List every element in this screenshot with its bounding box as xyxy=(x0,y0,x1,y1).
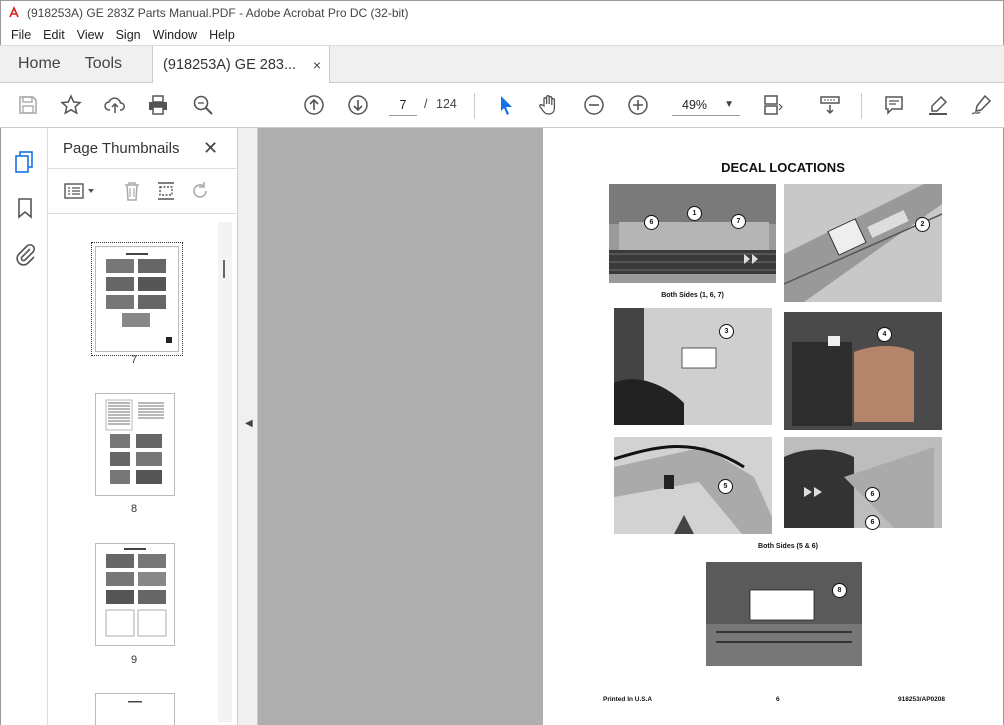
zoom-value: 49% xyxy=(682,98,708,112)
page-up-icon[interactable] xyxy=(302,93,326,117)
photo-track-front xyxy=(784,437,942,528)
title-bar: (918253A) GE 283Z Parts Manual.PDF - Ado… xyxy=(0,0,1004,24)
tab-document-label: (918253A) GE 283... xyxy=(163,57,297,73)
chevron-down-icon: ▼ xyxy=(724,99,734,110)
zoom-dropdown[interactable]: 49% ▼ xyxy=(672,94,740,116)
tab-bar: Home Tools (918253A) GE 283... × xyxy=(0,45,1004,84)
main-toolbar xyxy=(0,83,1004,128)
thumbnail-page-10[interactable] xyxy=(95,693,175,725)
page-total: 124 xyxy=(436,97,457,111)
tab-close-icon[interactable]: × xyxy=(313,57,321,73)
rotate-icon[interactable] xyxy=(188,179,212,203)
toolbar-divider xyxy=(861,93,862,119)
close-icon[interactable]: ✕ xyxy=(203,138,218,159)
photo-seat xyxy=(784,312,942,430)
menu-bar: File Edit View Sign Window Help xyxy=(0,24,1004,45)
sign-icon[interactable] xyxy=(969,93,993,117)
footer-printed: Printed In U.S.A xyxy=(603,696,653,703)
thumbnail-preview xyxy=(105,548,167,637)
toolbar-divider xyxy=(474,93,475,119)
callout-1: 1 xyxy=(687,206,702,221)
thumbnail-label: 8 xyxy=(130,503,138,515)
page-thumbnails-icon[interactable] xyxy=(13,150,37,174)
save-icon[interactable] xyxy=(16,93,40,117)
scrollbar-handle[interactable] xyxy=(223,260,225,278)
footer-doc-number: 918253/AP0208 xyxy=(898,696,945,703)
options-menu-icon[interactable] xyxy=(62,179,98,203)
page-number-input[interactable]: 7 xyxy=(389,94,417,116)
comment-icon[interactable] xyxy=(882,93,906,117)
callout-3: 3 xyxy=(719,324,734,339)
pdf-page: DECAL LOCATIONS 6 1 7 Both Sides (1, 6, … xyxy=(543,128,1003,725)
menu-sign[interactable]: Sign xyxy=(110,28,147,42)
hand-icon[interactable] xyxy=(537,93,561,117)
menu-window[interactable]: Window xyxy=(147,28,203,42)
thumbnail-preview xyxy=(128,701,142,703)
thumbnail-preview xyxy=(106,253,172,343)
photo-boom xyxy=(614,437,772,534)
callout-6: 6 xyxy=(644,215,659,230)
tab-document[interactable]: (918253A) GE 283... × xyxy=(152,46,331,84)
window-title: (918253A) GE 283Z Parts Manual.PDF - Ado… xyxy=(27,5,409,20)
caption-both-sides: Both Sides (1, 6, 7) xyxy=(661,292,724,299)
bookmark-icon[interactable] xyxy=(13,196,37,220)
zoom-out-icon[interactable] xyxy=(582,93,606,117)
print-icon[interactable] xyxy=(146,93,170,117)
collapse-left-icon[interactable]: ◀ xyxy=(245,418,253,429)
callout-2: 2 xyxy=(915,217,930,232)
callout-6-lower: 6 xyxy=(865,515,880,530)
delete-icon[interactable] xyxy=(120,179,144,203)
menu-edit[interactable]: Edit xyxy=(37,28,71,42)
document-viewer[interactable]: DECAL LOCATIONS 6 1 7 Both Sides (1, 6, … xyxy=(258,128,1004,725)
callout-6-upper: 6 xyxy=(865,487,880,502)
menu-file[interactable]: File xyxy=(5,28,37,42)
extract-page-icon[interactable] xyxy=(154,179,178,203)
left-icon-rail xyxy=(0,128,48,725)
thumbnail-page-7[interactable] xyxy=(91,242,183,356)
thumbnail-preview xyxy=(105,399,164,484)
footer-page-number: 6 xyxy=(776,696,780,703)
acrobat-logo-icon xyxy=(7,5,21,20)
photo-warning-decal xyxy=(706,562,862,666)
callout-4: 4 xyxy=(877,327,892,342)
page-down-icon[interactable] xyxy=(346,93,370,117)
attachment-icon[interactable] xyxy=(13,242,37,266)
panel-splitter[interactable]: ◀ xyxy=(238,128,258,725)
tab-tools[interactable]: Tools xyxy=(73,46,134,82)
caption-both-sides-5-6: Both Sides (5 & 6) xyxy=(758,543,818,550)
page-heading: DECAL LOCATIONS xyxy=(721,160,845,175)
photo-arm xyxy=(784,184,942,302)
photo-cab-interior xyxy=(614,308,772,425)
photo-track xyxy=(609,184,776,283)
bookmark-star-icon[interactable] xyxy=(59,93,83,117)
tab-home[interactable]: Home xyxy=(0,46,73,82)
zoom-in-icon[interactable] xyxy=(626,93,650,117)
fit-page-icon[interactable] xyxy=(761,93,785,117)
callout-5: 5 xyxy=(718,479,733,494)
thumbnail-label: 7 xyxy=(130,354,138,366)
thumbnail-page-8[interactable] xyxy=(95,393,175,496)
thumbnail-page-9[interactable] xyxy=(95,543,175,646)
menu-view[interactable]: View xyxy=(71,28,110,42)
thumbnail-label: 9 xyxy=(130,654,138,666)
scroll-mode-icon[interactable] xyxy=(818,93,842,117)
zoom-search-icon[interactable] xyxy=(191,93,215,117)
upload-icon[interactable] xyxy=(103,93,127,117)
thumbnail-scrollbar[interactable] xyxy=(218,222,232,722)
callout-7: 7 xyxy=(731,214,746,229)
select-arrow-icon[interactable] xyxy=(494,93,518,117)
callout-8: 8 xyxy=(832,583,847,598)
thumbnails-panel: Page Thumbnails ✕ 7 8 9 xyxy=(48,128,238,725)
panel-title: Page Thumbnails xyxy=(63,140,180,157)
page-separator: / xyxy=(424,97,428,111)
menu-help[interactable]: Help xyxy=(203,28,241,42)
highlight-icon[interactable] xyxy=(926,93,950,117)
thumbnail-tools xyxy=(48,168,238,214)
